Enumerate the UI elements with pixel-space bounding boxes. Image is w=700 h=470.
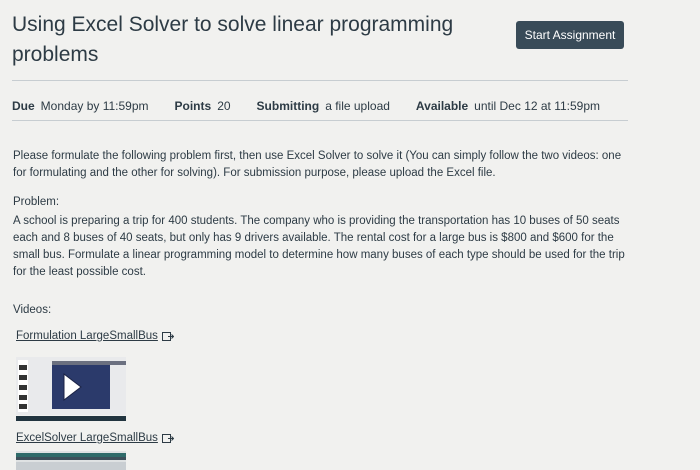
divider — [12, 120, 628, 121]
submitting-value: a file upload — [325, 99, 390, 113]
external-link-icon — [161, 433, 174, 443]
submitting-label: Submitting — [256, 99, 320, 113]
points-detail: Points 20 — [175, 99, 231, 113]
points-label: Points — [174, 99, 212, 113]
video-link-label: Formulation LargeSmallBus — [16, 330, 158, 342]
video-thumbnail[interactable] — [16, 357, 126, 415]
video-link-label: ExcelSolver LargeSmallBus — [16, 432, 158, 444]
problem-heading: Problem: — [13, 196, 60, 208]
submitting-detail: Submitting a file upload — [257, 99, 390, 113]
divider — [12, 80, 628, 81]
assignment-details: Due Monday by 11:59pm Points 20 Submitti… — [12, 95, 652, 117]
start-assignment-button[interactable]: Start Assignment — [516, 21, 624, 49]
description-intro: Please formulate the following problem f… — [13, 150, 622, 179]
available-value: until Dec 12 at 11:59pm — [474, 99, 601, 113]
points-value: 20 — [217, 99, 231, 113]
page-title: Using Excel Solver to solve linear progr… — [12, 13, 454, 66]
video-link-excel-solver[interactable]: ExcelSolver LargeSmallBus — [16, 432, 174, 444]
video-preview-image — [16, 451, 126, 470]
available-label: Available — [415, 99, 469, 113]
video-thumbnail-bar — [16, 416, 126, 421]
problem-text: A school is preparing a trip for 400 stu… — [13, 215, 625, 278]
due-value: Monday by 11:59pm — [40, 99, 149, 113]
external-link-icon — [161, 331, 174, 341]
videos-heading: Videos: — [13, 304, 52, 316]
available-detail: Available until Dec 12 at 11:59pm — [416, 99, 600, 113]
due-detail: Due Monday by 11:59pm — [12, 99, 149, 113]
video-thumbnail[interactable] — [16, 451, 126, 470]
due-label: Due — [12, 99, 35, 113]
assignment-page: Using Excel Solver to solve linear progr… — [0, 0, 700, 470]
video-link-formulation[interactable]: Formulation LargeSmallBus — [16, 330, 174, 342]
video-preview-image — [16, 357, 126, 415]
